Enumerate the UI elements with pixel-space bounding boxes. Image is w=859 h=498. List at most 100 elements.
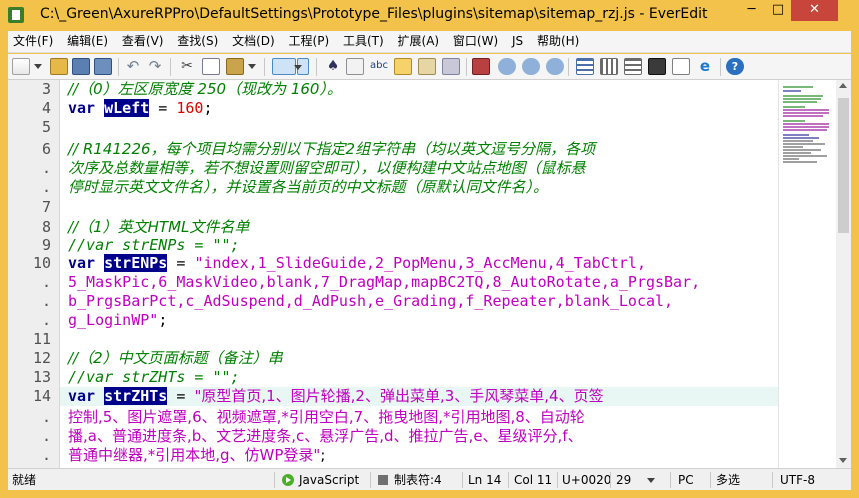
line-number: 6	[41, 140, 51, 158]
column-icon[interactable]	[600, 58, 618, 75]
selected-identifier: strZHTs	[104, 387, 168, 405]
code-line-14-wrap-3: 普通中继器,*引用本地,g、仿WP登录";	[68, 446, 325, 465]
play-multiple-icon[interactable]	[522, 58, 540, 75]
status-line: Ln 14	[468, 473, 502, 487]
goto-icon[interactable]	[418, 58, 436, 75]
code-area[interactable]: //（0）左区原宽度 250（现改为 160）。 var wLeft = 160…	[60, 80, 778, 468]
copy-icon[interactable]	[202, 58, 220, 75]
minimap-line	[783, 126, 829, 128]
minimap-line	[783, 134, 809, 136]
menu-js[interactable]: JS	[507, 31, 528, 52]
menu-file[interactable]: 文件(F)	[8, 31, 58, 52]
line-number: 3	[41, 80, 51, 98]
status-mode[interactable]: 多选	[712, 469, 740, 491]
minimize-button[interactable]: ─	[738, 0, 765, 21]
menu-project[interactable]: 工程(P)	[284, 31, 335, 52]
scroll-up-icon[interactable]	[839, 83, 847, 88]
record-icon[interactable]	[472, 58, 490, 75]
status-divider	[370, 472, 371, 488]
toolbar-separator	[264, 58, 265, 76]
code-line-3: //（0）左区原宽度 250（现改为 160）。	[68, 80, 342, 98]
semicolon: ;	[158, 311, 168, 329]
menu-window[interactable]: 窗口(W)	[448, 31, 503, 52]
menu-view[interactable]: 查看(V)	[117, 31, 169, 52]
number-literal: 160	[176, 99, 204, 117]
string-literal: 普通中继器,*引用本地,g、仿WP登录"	[68, 446, 321, 464]
terminal-icon[interactable]	[672, 58, 690, 75]
minimap-line	[783, 146, 803, 148]
menu-extensions[interactable]: 扩展(A)	[393, 31, 445, 52]
code-line-10-wrap-3: g_LoginWP";	[68, 311, 167, 330]
menu-document[interactable]: 文档(D)	[227, 31, 280, 52]
redo-icon[interactable]: ↷	[146, 58, 164, 75]
find-in-files-icon[interactable]	[394, 58, 412, 75]
save-all-icon[interactable]	[94, 58, 112, 75]
menu-edit[interactable]: 编辑(E)	[62, 31, 113, 52]
minimap-line	[783, 86, 813, 88]
window-icon[interactable]	[648, 58, 666, 75]
new-dropdown-icon[interactable]	[34, 58, 42, 75]
save-icon[interactable]	[72, 58, 90, 75]
new-file-icon[interactable]	[12, 58, 30, 75]
maximize-button[interactable]: □	[765, 0, 791, 21]
list-icon[interactable]	[576, 58, 594, 75]
status-number[interactable]: 29	[612, 469, 656, 491]
code-line-4: var wLeft = 160;	[68, 99, 213, 118]
toolbar-separator	[316, 58, 317, 76]
status-divider	[274, 472, 275, 488]
minimap-line	[783, 143, 825, 145]
line-number: 13	[32, 368, 51, 386]
line-number: .	[41, 311, 51, 329]
wrap-icon[interactable]	[272, 58, 296, 75]
save-macro-icon[interactable]	[546, 58, 564, 75]
outline-icon[interactable]	[624, 58, 642, 75]
line-number: 10	[32, 254, 51, 272]
selected-identifier: strENPs	[104, 254, 168, 272]
replace-icon[interactable]	[346, 58, 364, 75]
scroll-down-icon[interactable]	[839, 458, 847, 463]
line-number: 7	[41, 198, 51, 216]
vertical-scrollbar[interactable]	[836, 80, 851, 468]
ie-preview-icon[interactable]: e	[696, 58, 714, 75]
code-line-13: //var strZHTs = "";	[68, 368, 240, 386]
find-icon[interactable]: ♠	[324, 58, 342, 75]
wrap-dropdown-icon[interactable]	[294, 58, 309, 75]
close-button[interactable]: ✕	[791, 0, 838, 21]
line-number: .	[41, 178, 51, 196]
undo-icon[interactable]: ↶	[124, 58, 142, 75]
keyword: var	[68, 99, 96, 117]
line-number: .	[41, 292, 51, 310]
play-icon[interactable]	[498, 58, 516, 75]
toolbar-separator	[568, 58, 569, 76]
spell-check-icon[interactable]: abc	[370, 58, 388, 75]
status-language[interactable]: JavaScript	[278, 469, 359, 491]
code-line-10: var strENPs = "index,1_SlideGuide,2_PopM…	[68, 254, 646, 273]
status-bar: 就绪 JavaScript 制表符:4 Ln 14 Col 11 U+0020 …	[8, 468, 851, 490]
string-literal: "原型首页,1、图片轮播,2、弹出菜单,3、手风琴菜单,4、页签	[194, 387, 604, 405]
menu-tools[interactable]: 工具(T)	[338, 31, 389, 52]
minimap[interactable]	[778, 80, 836, 468]
app-icon[interactable]	[8, 7, 24, 23]
code-line-8: //（1）英文HTML文件名单	[68, 218, 250, 236]
minimap-line	[783, 115, 823, 117]
scrollbar-thumb[interactable]	[838, 98, 849, 233]
app-window: C:\_Green\AxureRPPro\DefaultSettings\Pro…	[0, 0, 859, 498]
minimap-line	[783, 90, 801, 92]
macro-icon[interactable]	[442, 58, 460, 75]
cut-icon[interactable]: ✂	[178, 58, 196, 75]
line-number: .	[41, 159, 51, 177]
help-icon[interactable]: ?	[726, 58, 744, 75]
status-tab[interactable]: 制表符:4	[374, 469, 442, 491]
toolbar-separator	[170, 58, 171, 76]
paste-icon[interactable]	[226, 58, 244, 75]
menu-help[interactable]: 帮助(H)	[532, 31, 584, 52]
code-line-12: //（2）中文页面标题（备注）串	[68, 349, 283, 367]
status-eol[interactable]: PC	[674, 469, 694, 491]
menu-search[interactable]: 查找(S)	[172, 31, 223, 52]
open-folder-icon[interactable]	[50, 58, 68, 75]
paste-dropdown-icon[interactable]	[248, 58, 256, 75]
status-encoding[interactable]: UTF-8	[776, 469, 815, 491]
minimap-line	[783, 149, 821, 151]
code-line-10-wrap-2: b_PrgsBarPct,c_AdSuspend,d_AdPush,e_Grad…	[68, 292, 674, 310]
line-number: .	[41, 273, 51, 291]
